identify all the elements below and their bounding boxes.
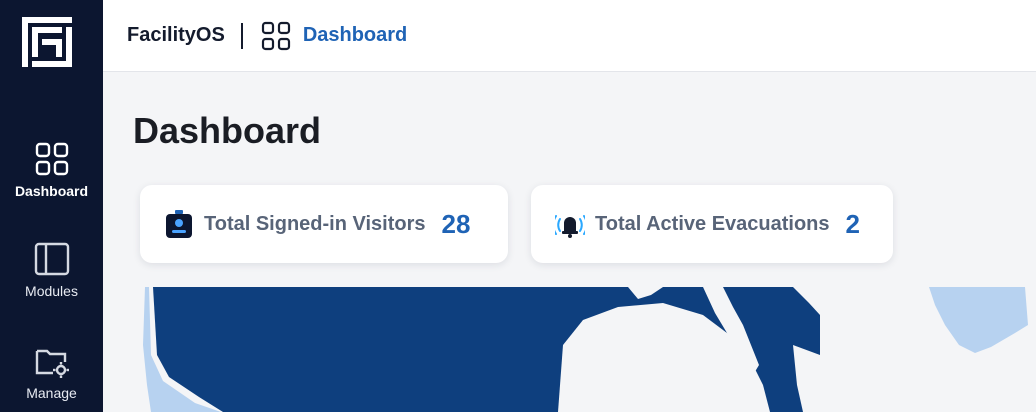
badge-icon — [166, 210, 192, 238]
page-title: Dashboard — [133, 110, 322, 151]
stat-label: Total Signed-in Visitors — [204, 212, 426, 235]
world-map[interactable] — [103, 285, 1036, 412]
stat-card-evacuations[interactable]: Total Active Evacuations 2 — [531, 185, 893, 263]
app-name[interactable]: FacilityOS — [127, 24, 225, 47]
sidebar-item-manage[interactable]: Manage — [0, 343, 103, 401]
stat-value: 2 — [845, 208, 860, 239]
app-logo[interactable] — [22, 17, 72, 67]
sidebar-item-dashboard[interactable]: Dashboard — [0, 141, 103, 199]
top-bar: FacilityOS Dashboard — [103, 0, 1036, 72]
stat-value: 28 — [441, 208, 471, 239]
breadcrumb-current[interactable]: Dashboard — [303, 24, 407, 47]
panel-icon — [34, 242, 69, 276]
sidebar-item-label: Manage — [26, 385, 77, 401]
breadcrumb-separator — [240, 22, 243, 49]
stat-card-visitors[interactable]: Total Signed-in Visitors 28 — [140, 185, 508, 263]
sidebar-item-label: Dashboard — [14, 183, 89, 199]
grid-icon — [35, 142, 68, 176]
alarm-bell-icon — [555, 215, 585, 238]
sidebar-item-label: Modules — [25, 283, 78, 299]
stat-label: Total Active Evacuations — [595, 212, 830, 235]
folder-gear-icon — [35, 349, 69, 378]
sidebar-item-modules[interactable]: Modules — [0, 241, 103, 299]
grid-icon — [261, 21, 290, 50]
sidebar: Dashboard Modules Manage — [0, 0, 103, 412]
